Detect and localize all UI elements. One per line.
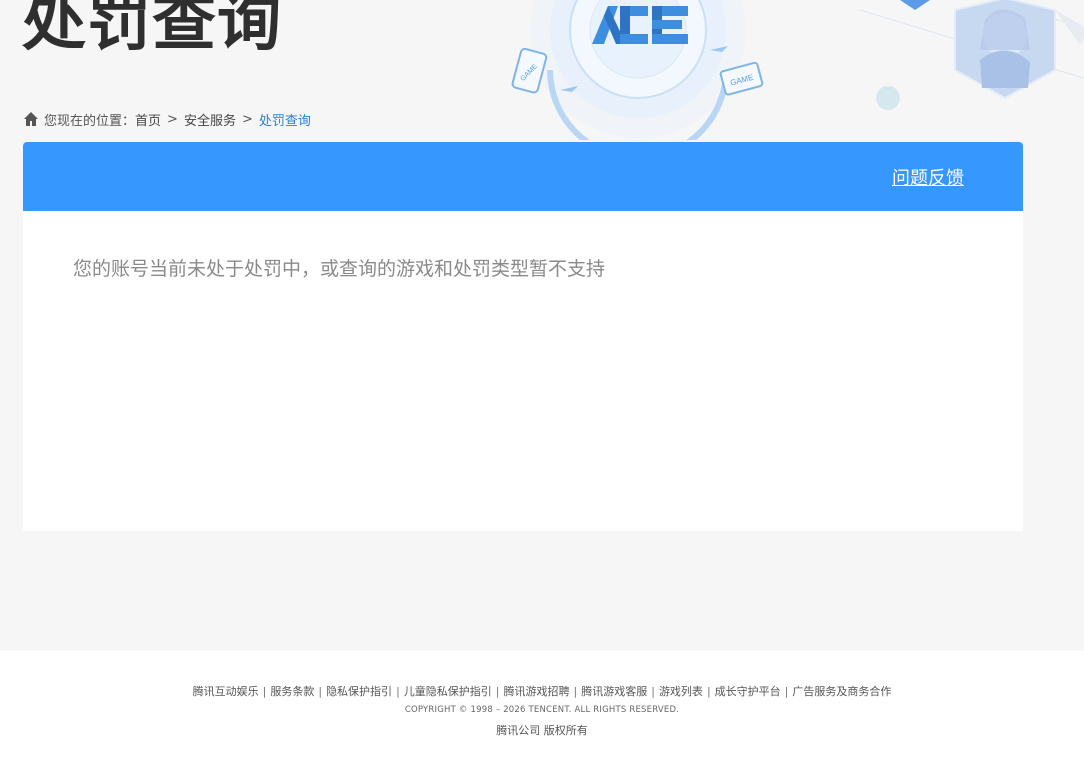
feedback-link[interactable]: 问题反馈: [892, 164, 964, 190]
result-panel: 问题反馈 您的账号当前未处于处罚中，或查询的游戏和处罚类型暂不支持: [23, 142, 1023, 531]
page: 处罚查询 GAME GAME 您现在的位置： 首页 > 安全服务 > 处罚查询 …: [0, 0, 1084, 767]
footer-divider: |: [318, 685, 323, 698]
breadcrumb: 您现在的位置： 首页 > 安全服务 > 处罚查询: [23, 108, 311, 130]
footer-divider: |: [262, 685, 267, 698]
panel-header: 问题反馈: [23, 142, 1023, 211]
page-title: 处罚查询: [22, 0, 282, 60]
breadcrumb-separator: >: [167, 111, 178, 127]
footer-divider: |: [651, 685, 655, 698]
ace-logo-graphic: GAME GAME: [511, 0, 764, 140]
result-message: 您的账号当前未处于处罚中，或查询的游戏和处罚类型暂不支持: [73, 258, 606, 280]
game-badge-left: GAME: [511, 47, 548, 94]
footer-link-business[interactable]: 广告服务及商务合作: [792, 685, 891, 698]
footer-link-game-list[interactable]: 游戏列表: [659, 685, 703, 698]
footer-link-jobs[interactable]: 腾讯游戏招聘: [504, 685, 570, 698]
footer-link-privacy[interactable]: 隐私保护指引: [326, 685, 392, 698]
breadcrumb-prefix: 您现在的位置：: [44, 113, 136, 129]
character-art: [860, 0, 1084, 110]
footer-link-support[interactable]: 腾讯游戏客服: [581, 685, 647, 698]
breadcrumb-separator: >: [241, 111, 253, 127]
footer-links: 腾讯互动娱乐 | 服务条款 | 隐私保护指引 | 儿童隐私保护指引 | 腾讯游戏招聘 | 腾讯游戏客…: [0, 683, 1084, 699]
footer-divider: |: [706, 685, 711, 698]
footer-copyright: COPYRIGHT © 1998 – 2026 TENCENT. ALL RIG…: [404, 705, 680, 715]
breadcrumb-home-link[interactable]: 首页: [135, 110, 161, 129]
footer-link-guardian[interactable]: 成长守护平台: [715, 685, 781, 698]
footer-divider: |: [495, 685, 500, 698]
home-icon: [24, 112, 38, 126]
footer-company: 腾讯公司 版权所有: [496, 724, 588, 737]
breadcrumb-security-link[interactable]: 安全服务: [184, 110, 236, 129]
breadcrumb-current: 处罚查询: [258, 113, 311, 129]
footer-link-ieg[interactable]: 腾讯互动娱乐: [193, 685, 259, 698]
footer-divider: |: [396, 685, 400, 698]
footer-divider: |: [573, 685, 578, 698]
footer-link-child-privacy[interactable]: 儿童隐私保护指引: [404, 685, 492, 698]
footer-link-terms[interactable]: 服务条款: [270, 685, 314, 698]
footer: 腾讯互动娱乐 | 服务条款 | 隐私保护指引 | 儿童隐私保护指引 | 腾讯游戏招聘 | 腾讯游戏客…: [0, 651, 1084, 767]
footer-divider: |: [784, 685, 789, 698]
